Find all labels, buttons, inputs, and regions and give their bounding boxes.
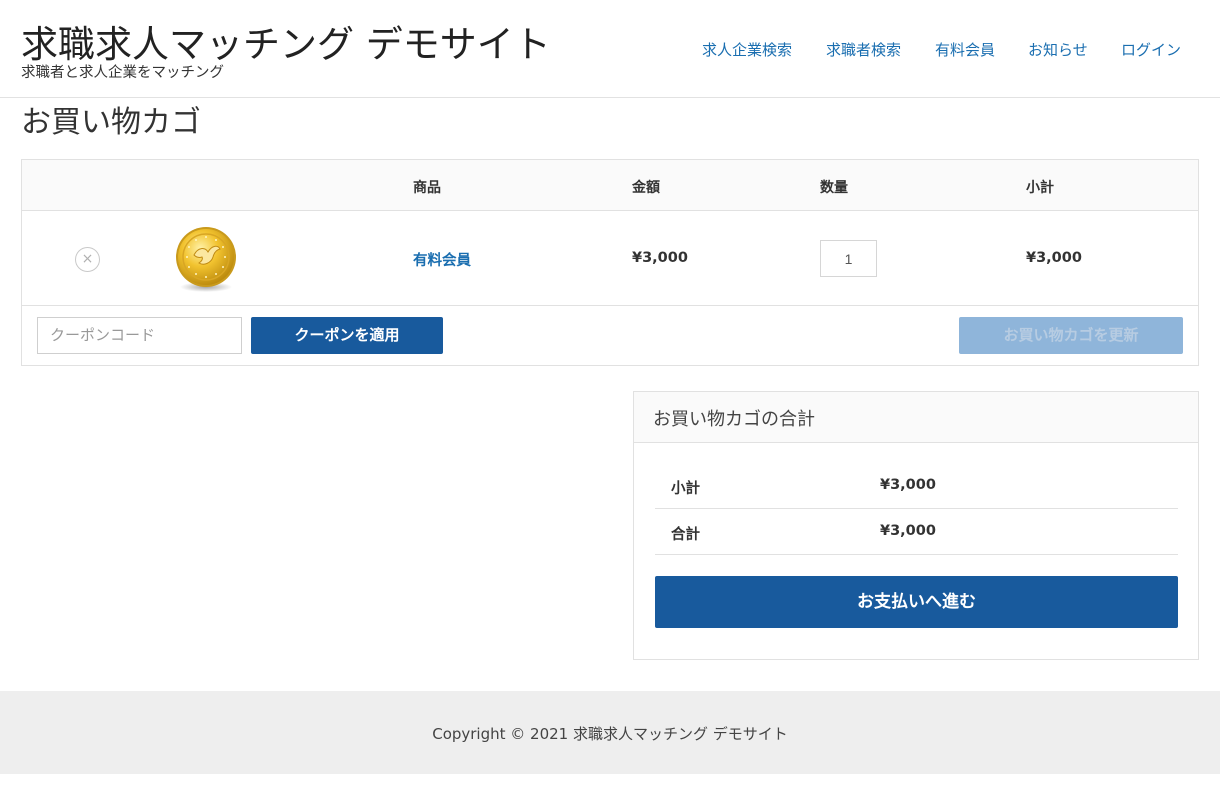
totals-label: 合計 (671, 527, 700, 543)
column-header-subtotal: 小計 (1026, 180, 1054, 196)
page-title: お買い物カゴ (21, 105, 201, 140)
totals-row-total: 合計 ¥3,000 (655, 509, 1178, 555)
totals-row-subtotal: 小計 ¥3,000 (655, 463, 1178, 509)
remove-item-button[interactable]: × (75, 247, 100, 272)
quantity-input[interactable] (820, 240, 877, 277)
close-icon: × (81, 251, 94, 267)
totals-value: ¥3,000 (880, 477, 936, 493)
cart-totals: お買い物カゴの合計 小計 ¥3,000 合計 ¥3,000 お支払いへ進む (633, 391, 1199, 660)
item-price: ¥3,000 (632, 250, 688, 266)
cart-item-row: × 有料会員 ¥3,000 1 ¥3,000 (22, 211, 1198, 306)
site-title[interactable]: 求職求人マッチング デモサイト (21, 14, 551, 68)
site-tagline: 求職者と求人企業をマッチング (21, 65, 224, 81)
cart-actions: クーポンを適用 お買い物カゴを更新 (22, 306, 1198, 365)
nav-item-seeker-search[interactable]: 求職者検索 (826, 39, 901, 60)
item-subtotal: ¥3,000 (1026, 250, 1082, 266)
site-header: 求職求人マッチング デモサイト 求職者と求人企業をマッチング 求人企業検索 求職… (0, 0, 1220, 98)
product-name-link[interactable]: 有料会員 (413, 249, 471, 270)
column-header-quantity: 数量 (820, 180, 848, 196)
nav-item-news[interactable]: お知らせ (1028, 39, 1088, 60)
nav-item-premium[interactable]: 有料会員 (935, 39, 995, 60)
update-cart-button[interactable]: お買い物カゴを更新 (959, 317, 1183, 354)
coupon-code-input[interactable] (37, 317, 242, 354)
column-header-price: 金額 (632, 180, 660, 196)
site-footer: Copyright © 2021 求職求人マッチング デモサイト (0, 691, 1220, 774)
totals-value: ¥3,000 (880, 523, 936, 539)
cart-table-header: 商品 金額 数量 小計 (22, 160, 1198, 211)
cart-totals-title: お買い物カゴの合計 (653, 409, 815, 430)
nav-item-job-search[interactable]: 求人企業検索 (702, 39, 792, 60)
cart-totals-header: お買い物カゴの合計 (634, 392, 1198, 443)
column-header-product: 商品 (413, 180, 441, 196)
nav-item-login[interactable]: ログイン (1121, 39, 1181, 60)
totals-label: 小計 (671, 481, 700, 497)
cart-table: 商品 金額 数量 小計 × 有料会員 ¥3,000 1 ¥3,000 クーポンコ… (21, 159, 1199, 366)
copyright-text: Copyright © 2021 求職求人マッチング デモサイト (432, 725, 788, 743)
proceed-to-checkout-button[interactable]: お支払いへ進む (655, 576, 1178, 628)
apply-coupon-button[interactable]: クーポンを適用 (251, 317, 443, 354)
gold-coin-icon[interactable] (172, 225, 240, 293)
